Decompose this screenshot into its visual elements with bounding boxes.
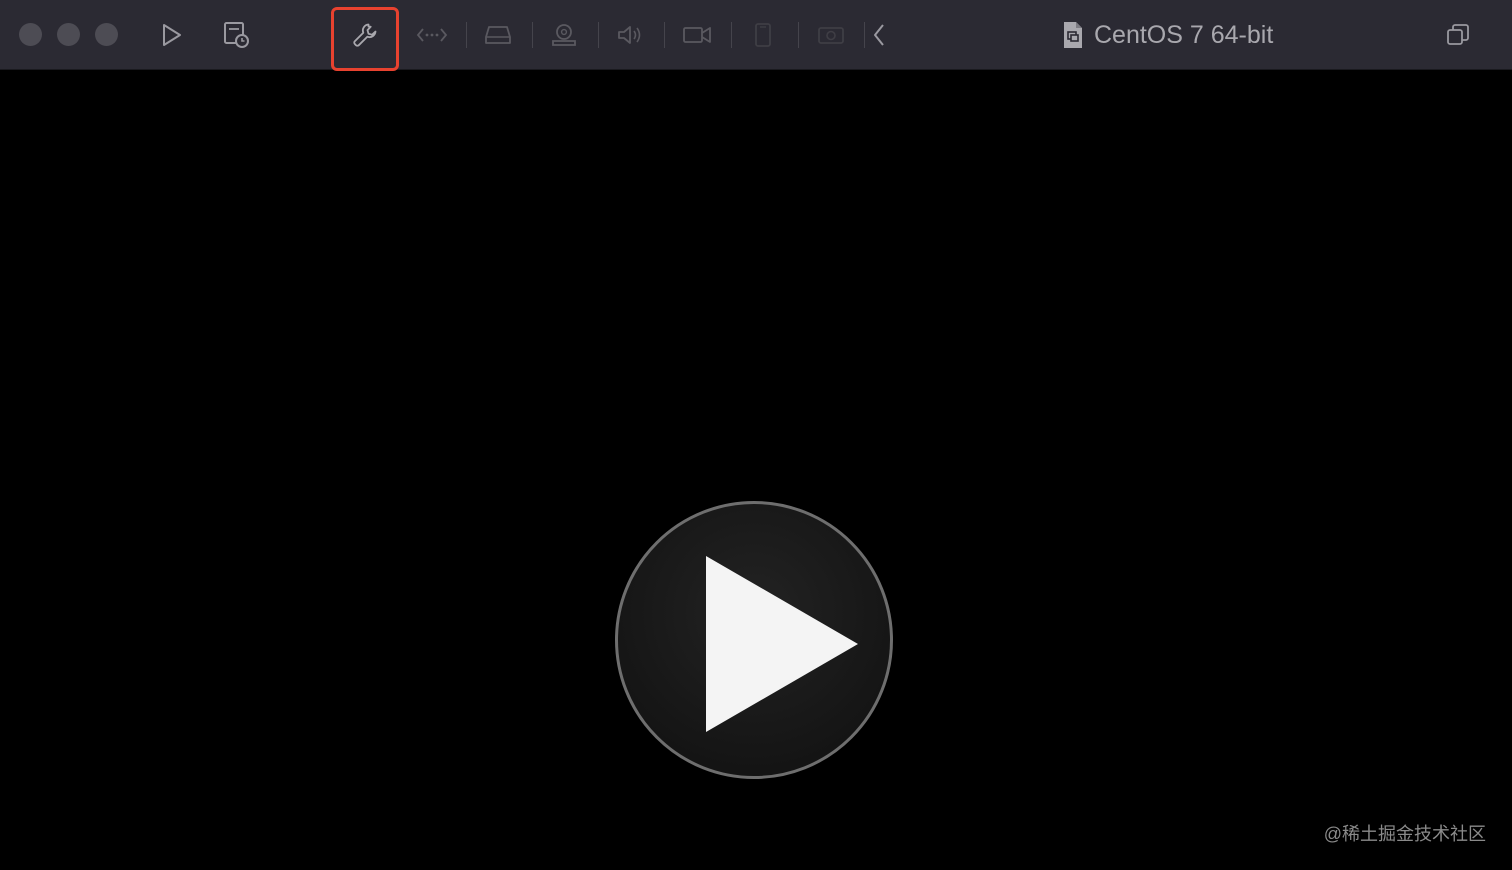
toolbar-separator [598, 22, 599, 48]
camera-button[interactable] [679, 17, 715, 53]
photo-icon [818, 27, 844, 44]
toolbar-separator [798, 22, 799, 48]
zoom-window-button[interactable] [95, 23, 118, 46]
device-button[interactable] [745, 17, 781, 53]
play-icon [706, 556, 858, 732]
toolbar-separator [731, 22, 732, 48]
titlebar: CentOS 7 64-bit [0, 0, 1512, 71]
speaker-icon [618, 26, 641, 44]
watermark: @稀土掘金技术社区 [1323, 824, 1486, 844]
network-button[interactable] [414, 17, 450, 53]
device-icon [755, 23, 771, 47]
minimize-window-button[interactable] [57, 23, 80, 46]
screenshot-button[interactable] [813, 17, 849, 53]
play-outline-icon [163, 24, 181, 46]
collapse-button[interactable] [862, 17, 896, 53]
snapshots-button[interactable] [218, 17, 254, 53]
toolbar-separator [466, 22, 467, 48]
hard-disk-button[interactable] [480, 17, 516, 53]
window-title: CentOS 7 64-bit [1062, 18, 1273, 52]
window-title-text: CentOS 7 64-bit [1094, 20, 1274, 49]
video-camera-icon [683, 27, 711, 43]
sound-button[interactable] [612, 17, 648, 53]
window-mode-button[interactable] [1440, 17, 1476, 53]
close-window-button[interactable] [19, 23, 42, 46]
chevron-left-icon [874, 24, 884, 46]
toolbar-separator [532, 22, 533, 48]
camera-dome-icon [552, 24, 576, 46]
settings-highlight-box [331, 7, 399, 71]
vm-window: CentOS 7 64-bit @稀土掘金技术社区 [0, 0, 1512, 870]
snapshot-icon [224, 22, 249, 48]
network-icon [416, 28, 448, 42]
usb-button[interactable] [546, 17, 582, 53]
hard-disk-icon [485, 26, 511, 44]
toolbar-separator [664, 22, 665, 48]
start-vm-play-button[interactable] [615, 501, 893, 779]
overlapping-windows-icon [1447, 24, 1469, 45]
start-button[interactable] [154, 17, 190, 53]
vm-document-icon [1064, 22, 1082, 48]
